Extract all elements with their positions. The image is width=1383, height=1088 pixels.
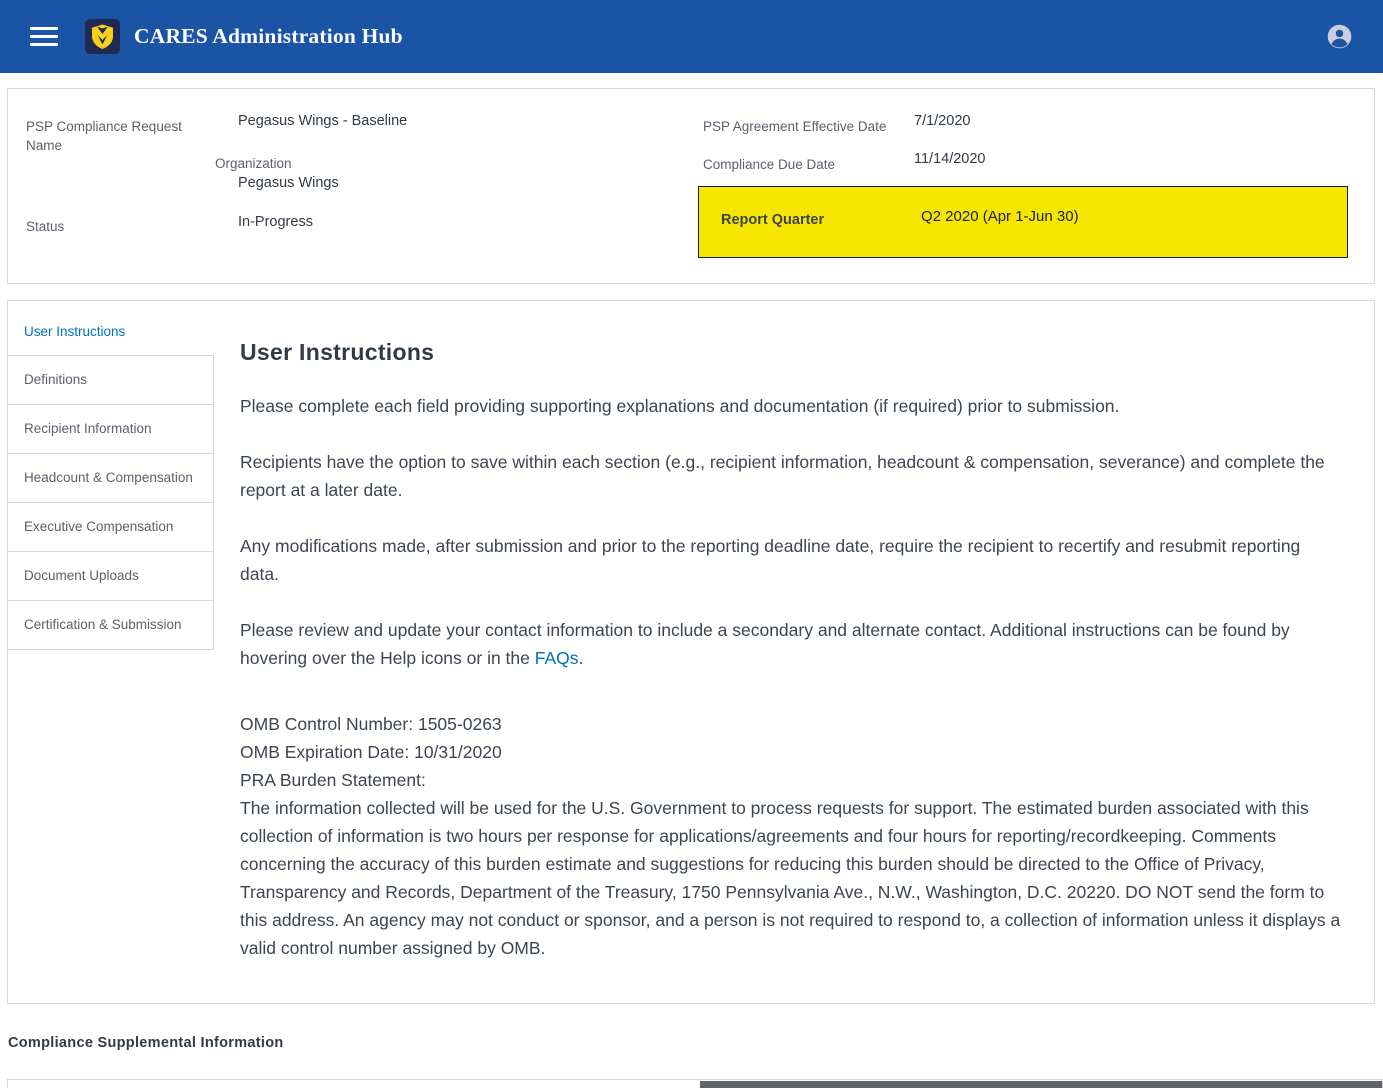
report-quarter-value: Q2 2020 (Apr 1-Jun 30) <box>921 208 1079 225</box>
nav-tab-document-uploads[interactable]: Document Uploads <box>8 552 214 601</box>
nav-tab-definitions[interactable]: Definitions <box>8 355 214 405</box>
request-name-value: Pegasus Wings - Baseline <box>238 113 407 129</box>
nav-tab-executive-compensation[interactable]: Executive Compensation <box>8 503 214 552</box>
horizontal-scrollbar[interactable] <box>700 1081 1382 1088</box>
faqs-link[interactable]: FAQs <box>535 648 579 668</box>
nav-tab-headcount-compensation[interactable]: Headcount & Compensation <box>8 454 214 503</box>
supplemental-panel-partial <box>7 1079 1383 1088</box>
cares-shield-logo-icon <box>85 19 120 54</box>
status-value: In-Progress <box>238 214 313 230</box>
instruction-paragraph-2: Recipients have the option to save withi… <box>240 448 1342 504</box>
organization-value: Pegasus Wings <box>238 175 339 191</box>
instruction-paragraph-4-text: Please review and update your contact in… <box>240 620 1290 668</box>
omb-expiration-date: OMB Expiration Date: 10/31/2020 <box>240 738 1342 766</box>
effective-date-label: PSP Agreement Effective Date <box>703 117 886 136</box>
section-nav: User Instructions Definitions Recipient … <box>8 301 214 650</box>
report-quarter-label: Report Quarter <box>721 212 824 228</box>
instruction-paragraph-4-period: . <box>579 648 584 668</box>
due-date-value: 11/14/2020 <box>914 151 986 167</box>
pra-burden-label: PRA Burden Statement: <box>240 766 1342 794</box>
status-label: Status <box>26 217 64 236</box>
request-name-label: PSP Compliance Request Name <box>26 117 186 155</box>
panel-title: User Instructions <box>240 339 1342 366</box>
app-title: CARES Administration Hub <box>134 24 403 49</box>
user-avatar-icon[interactable] <box>1326 23 1353 50</box>
organization-label: Organization <box>215 154 292 173</box>
compliance-summary-card: PSP Compliance Request Name Pegasus Wing… <box>7 88 1375 284</box>
instruction-paragraph-4: Please review and update your contact in… <box>240 616 1342 672</box>
hamburger-menu-icon[interactable] <box>30 22 58 51</box>
nav-tab-certification-submission[interactable]: Certification & Submission <box>8 601 214 650</box>
instructions-panel: User Instructions Please complete each f… <box>214 301 1374 1002</box>
report-sections-card: User Instructions Definitions Recipient … <box>7 300 1375 1004</box>
omb-control-number: OMB Control Number: 1505-0263 <box>240 710 1342 738</box>
effective-date-value: 7/1/2020 <box>914 113 970 129</box>
report-quarter-highlight: Report Quarter Q2 2020 (Apr 1-Jun 30) <box>698 186 1348 258</box>
omb-block: OMB Control Number: 1505-0263 OMB Expira… <box>240 710 1342 962</box>
supplemental-information-heading: Compliance Supplemental Information <box>8 1035 1383 1051</box>
instruction-paragraph-1: Please complete each field providing sup… <box>240 392 1342 420</box>
nav-tab-recipient-information[interactable]: Recipient Information <box>8 405 214 454</box>
due-date-label: Compliance Due Date <box>703 155 835 174</box>
instruction-paragraph-3: Any modifications made, after submission… <box>240 532 1342 588</box>
app-bar: CARES Administration Hub <box>0 0 1383 73</box>
pra-burden-statement: The information collected will be used f… <box>240 794 1342 962</box>
nav-tab-user-instructions[interactable]: User Instructions <box>8 313 214 355</box>
